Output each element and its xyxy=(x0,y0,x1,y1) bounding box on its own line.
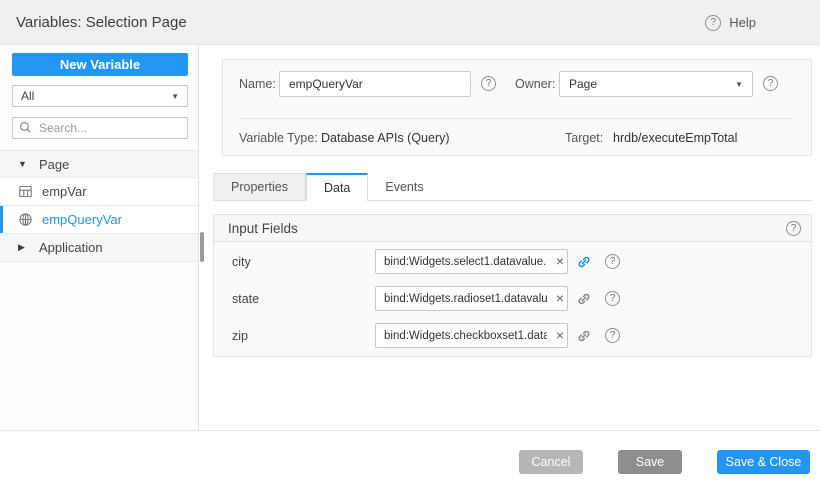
query-variable-icon xyxy=(18,212,33,227)
input-fields-help-icon[interactable]: ? xyxy=(786,221,801,236)
field-row-state: state × ? xyxy=(214,286,811,312)
caret-down-icon: ▼ xyxy=(18,159,30,169)
caret-right-icon: ▶ xyxy=(18,242,30,253)
tab-properties[interactable]: Properties xyxy=(213,173,306,200)
tree-item-label: empVar xyxy=(42,184,87,199)
help-label: Help xyxy=(729,15,756,30)
field-label: state xyxy=(232,286,259,312)
field-label: city xyxy=(232,249,251,275)
name-help-icon[interactable]: ? xyxy=(481,76,496,91)
zip-bind-input[interactable] xyxy=(375,323,568,348)
name-label: Name:* xyxy=(239,71,284,97)
variable-search[interactable] xyxy=(12,117,188,139)
dialog-header: Variables: Selection Page ? Help xyxy=(0,0,820,45)
tree-group-label: Application xyxy=(39,240,103,255)
target-label: Target: xyxy=(565,128,603,148)
bind-link-icon[interactable] xyxy=(576,291,592,307)
field-help-icon[interactable]: ? xyxy=(605,328,620,343)
variable-type-label: Variable Type: xyxy=(239,128,318,148)
chevron-down-icon: ▼ xyxy=(735,80,743,89)
field-row-city: city × ? xyxy=(214,249,811,275)
tree-item-empvar[interactable]: empVar xyxy=(0,178,198,206)
owner-label: Owner:* xyxy=(515,71,563,97)
tree-item-empqueryvar[interactable]: empQueryVar xyxy=(0,206,198,234)
variables-dialog: Variables: Selection Page ? Help New Var… xyxy=(0,0,820,489)
bind-link-icon[interactable] xyxy=(576,254,592,270)
tree-item-label: empQueryVar xyxy=(42,212,122,227)
variable-filter-select[interactable]: All ▼ xyxy=(12,85,188,107)
owner-select-value: Page xyxy=(569,77,597,91)
state-bind-input[interactable] xyxy=(375,286,568,311)
cancel-button[interactable]: Cancel xyxy=(519,450,583,474)
new-variable-button[interactable]: New Variable xyxy=(12,53,188,76)
variables-tree: ▼ Page empVar empQueryVar ▶ Application xyxy=(0,150,198,262)
tree-group-application[interactable]: ▶ Application xyxy=(0,234,198,262)
help-circle-icon: ? xyxy=(705,15,721,31)
owner-select[interactable]: Page ▼ xyxy=(559,71,753,97)
database-variable-icon xyxy=(18,184,33,199)
page-title: Variables: Selection Page xyxy=(16,0,187,45)
save-and-close-button[interactable]: Save & Close xyxy=(717,450,810,474)
bind-input-wrapper: × xyxy=(375,323,568,348)
tree-group-label: Page xyxy=(39,157,69,172)
city-bind-input[interactable] xyxy=(375,249,568,274)
variable-type-value: Database APIs (Query) xyxy=(321,128,450,148)
field-label: zip xyxy=(232,323,248,349)
bind-input-wrapper: × xyxy=(375,249,568,274)
variable-name-input[interactable] xyxy=(279,71,471,97)
variables-sidebar: New Variable All ▼ ▼ Page empVar xyxy=(0,45,199,430)
save-button[interactable]: Save xyxy=(618,450,682,474)
variable-filter-value: All xyxy=(21,89,34,103)
field-help-icon[interactable]: ? xyxy=(605,254,620,269)
field-help-icon[interactable]: ? xyxy=(605,291,620,306)
tab-bar: Properties Data Events xyxy=(213,174,812,201)
dialog-footer: Cancel Save Save & Close xyxy=(0,430,820,489)
bind-input-wrapper: × xyxy=(375,286,568,311)
sidebar-scrollbar-thumb[interactable] xyxy=(200,232,204,262)
input-fields-panel: Input Fields ? city × ? state × ? xyxy=(213,214,812,357)
tree-group-page[interactable]: ▼ Page xyxy=(0,150,198,178)
clear-icon[interactable]: × xyxy=(556,323,564,348)
tab-data[interactable]: Data xyxy=(306,173,368,201)
bind-link-icon[interactable] xyxy=(576,328,592,344)
input-fields-header: Input Fields ? xyxy=(214,215,811,242)
clear-icon[interactable]: × xyxy=(556,249,564,274)
target-value: hrdb/executeEmpTotal xyxy=(613,128,737,148)
owner-help-icon[interactable]: ? xyxy=(763,76,778,91)
help-link[interactable]: ? Help xyxy=(705,0,756,45)
tab-events[interactable]: Events xyxy=(368,173,440,200)
search-input[interactable] xyxy=(39,121,169,135)
clear-icon[interactable]: × xyxy=(556,286,564,311)
variable-summary-panel: Name:* ? Owner:* Page ▼ ? Variable Type:… xyxy=(222,59,812,156)
panel-divider xyxy=(241,118,793,119)
input-fields-title: Input Fields xyxy=(228,215,298,242)
chevron-down-icon: ▼ xyxy=(171,92,179,101)
field-row-zip: zip × ? xyxy=(214,323,811,349)
search-icon xyxy=(19,121,34,136)
